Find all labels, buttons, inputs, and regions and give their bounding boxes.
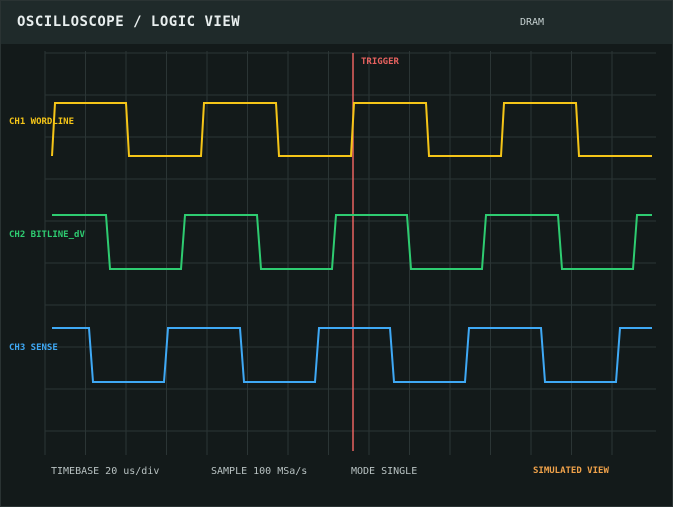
graticule-grid (44, 51, 656, 455)
ch1-label: CH1 WORDLINE (9, 117, 74, 127)
scope-display[interactable]: TRIGGER CH1 WORDLINE CH2 BITLINE_dV CH3 … (1, 45, 672, 505)
ch2-label: CH2 BITLINE_dV (9, 230, 85, 240)
simulated-view-indicator: SIMULATED VIEW (533, 466, 609, 476)
title-bar: OSCILLOSCOPE / LOGIC VIEW DRAM (1, 1, 672, 44)
timebase-readout: TIMEBASE 20 us/div (51, 466, 160, 477)
sample-rate-readout: SAMPLE 100 MSa/s (211, 466, 308, 477)
ch1-waveform (51, 102, 652, 157)
device-badge: DRAM (520, 17, 545, 28)
ch3-label: CH3 SENSE (9, 343, 58, 353)
oscilloscope-window: OSCILLOSCOPE / LOGIC VIEW DRAM TRIGGER C… (0, 0, 673, 507)
ch3-waveform (52, 327, 652, 383)
window-title: OSCILLOSCOPE / LOGIC VIEW (17, 14, 241, 30)
trigger-label: TRIGGER (361, 57, 400, 67)
mode-readout: MODE SINGLE (351, 466, 418, 477)
ch2-waveform (52, 214, 652, 270)
